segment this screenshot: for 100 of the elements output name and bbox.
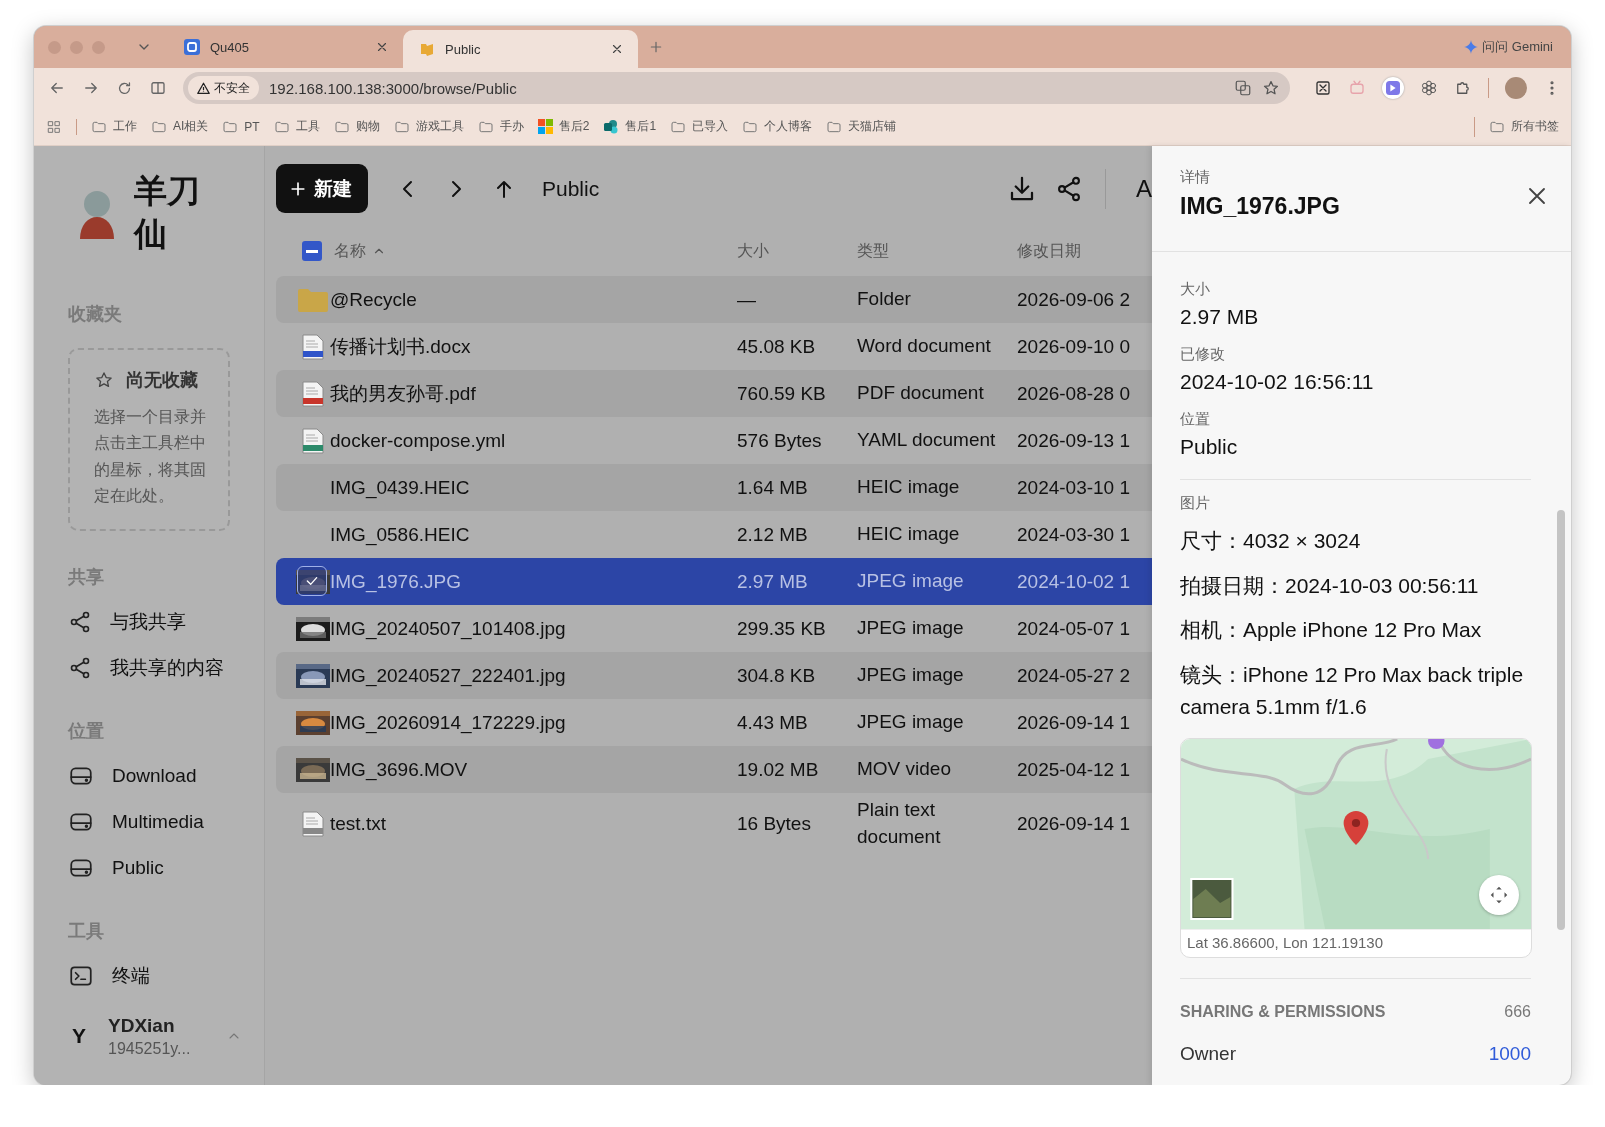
field-value: 2.97 MB <box>1180 305 1260 329</box>
address-bar[interactable]: 不安全 192.168.100.138:3000/browse/Public <box>183 72 1290 104</box>
owner-link[interactable]: 1000 <box>1488 1042 1531 1065</box>
section-heading: 共享 <box>68 566 105 590</box>
file-type: JPEG image <box>857 663 965 688</box>
file-type: JPEG image <box>857 569 965 594</box>
file-size: 760.59 KB <box>737 382 827 405</box>
flag-icon <box>419 41 435 57</box>
file-size: 576 Bytes <box>737 429 823 452</box>
translate-icon[interactable] <box>1234 79 1252 97</box>
sidebar-item[interactable]: Public <box>68 845 248 892</box>
file-type: Plain text document <box>857 798 942 849</box>
sidebar-item[interactable]: 我共享的内容 <box>68 645 248 692</box>
file-name: IMG_3696.MOV <box>330 758 468 781</box>
field-label: 已修改 <box>1180 345 1226 364</box>
column-header[interactable]: 修改日期 <box>1017 240 1081 262</box>
sparkle-icon <box>1464 40 1479 54</box>
file-row[interactable]: IMG_0586.HEIC 2.12 MB HEIC image 2024-03-30 1 <box>276 511 1152 558</box>
file-row[interactable]: test.txt 16 Bytes Plain text document 2026-09-14 1 <box>276 793 1152 855</box>
file-row[interactable]: IMG_20240507_101408.jpg 299.35 KB JPEG image 2024-05-07 1 <box>276 605 1152 652</box>
image-property: 镜头：iPhone 12 Pro Max back triple camera 5.1mm f/1.6 <box>1180 661 1525 721</box>
bookmark[interactable]: 所有书签 <box>1489 118 1559 135</box>
file-row[interactable]: 传播计划书.docx 45.08 KB Word document 2026-09-10 0 <box>276 323 1152 370</box>
image-property: 尺寸：4032 × 3024 <box>1180 528 1362 554</box>
file-row[interactable]: IMG_1976.JPG 2.97 MB JPEG image 2024-10-02 1 <box>276 558 1152 605</box>
file-size: 2.97 MB <box>737 570 809 593</box>
apps-grid-icon[interactable] <box>46 118 62 135</box>
user-email: 1945251y... <box>108 1039 192 1058</box>
folder-icon <box>298 287 328 312</box>
column-header[interactable]: 类型 <box>857 239 1017 263</box>
share-icon[interactable] <box>1055 174 1083 203</box>
star-icon[interactable] <box>1262 79 1280 97</box>
bookmark[interactable]: 售后1 <box>603 118 657 135</box>
column-header[interactable]: 名称 <box>334 240 366 262</box>
section-heading: 工具 <box>68 920 105 944</box>
toolbar-button[interactable]: A <box>1136 174 1152 203</box>
cloud-icon <box>603 118 620 135</box>
file-row[interactable]: IMG_3696.MOV 19.02 MB MOV video 2025-04-12 1 <box>276 746 1152 793</box>
file-row[interactable]: @Recycle — Folder 2026-09-06 2 <box>276 276 1152 323</box>
warning-icon <box>197 81 210 95</box>
sidebar-item[interactable]: 与我共享 <box>68 599 248 646</box>
sidebar-item[interactable]: 终端 <box>68 953 248 1000</box>
extension-icon[interactable] <box>1382 77 1404 99</box>
puzzle-icon[interactable] <box>1454 79 1472 97</box>
reload-icon[interactable] <box>116 79 133 97</box>
select-all-checkbox[interactable] <box>302 241 322 261</box>
browser-tab[interactable]: Qu405 <box>168 26 403 68</box>
bookmark[interactable]: AI相关 <box>151 118 209 135</box>
file-row[interactable]: IMG_0439.HEIC 1.64 MB HEIC image 2024-03-10 1 <box>276 464 1152 511</box>
file-name: docker-compose.yml <box>330 429 506 452</box>
bookmark[interactable]: 天猫店铺 <box>826 118 897 135</box>
file-date: 2024-10-02 1 <box>1017 570 1131 593</box>
scrollbar[interactable] <box>1557 510 1565 930</box>
file-row[interactable]: IMG_20240527_222401.jpg 304.8 KB JPEG image 2024-05-27 2 <box>276 652 1152 699</box>
browser-tab[interactable]: Public <box>403 30 638 68</box>
bookmark[interactable]: 工作 <box>91 118 137 135</box>
bookmark[interactable]: 售后2 <box>537 118 590 135</box>
bookmark[interactable]: 手办 <box>477 118 524 135</box>
file-date: 2024-03-30 1 <box>1017 523 1131 546</box>
owner-label: Owner <box>1180 1042 1236 1065</box>
profile-avatar[interactable] <box>1505 77 1527 99</box>
row-checkbox[interactable] <box>297 565 327 596</box>
document-icon <box>302 333 324 360</box>
field-label: 位置 <box>1180 410 1211 429</box>
bookmark[interactable]: PT <box>222 118 260 135</box>
user-name: YDXian <box>108 1014 176 1037</box>
breadcrumb[interactable]: Public <box>542 176 600 201</box>
bookmark[interactable]: 游戏工具 <box>393 118 464 135</box>
file-name: IMG_1976.JPG <box>330 570 461 593</box>
bookmark[interactable]: 个人博客 <box>742 118 813 135</box>
file-type: PDF document <box>857 381 985 406</box>
file-name: IMG_0439.HEIC <box>330 476 470 499</box>
star-icon <box>94 370 114 390</box>
bookmark[interactable]: 工具 <box>273 118 320 135</box>
close-icon[interactable] <box>375 40 389 54</box>
bookmark[interactable]: 购物 <box>333 118 380 135</box>
column-header[interactable]: 大小 <box>737 240 857 262</box>
close-icon[interactable] <box>610 42 624 56</box>
sidebar-item[interactable]: Multimedia <box>68 799 248 846</box>
coordinates-text: Lat 36.86600, Lon 121.19130 <box>1181 928 1531 957</box>
file-row[interactable]: IMG_20260914_172229.jpg 4.43 MB JPEG image 2026-09-14 1 <box>276 699 1152 746</box>
security-badge[interactable]: 不安全 <box>188 76 259 100</box>
file-row[interactable]: 我的男友孙哥.pdf 760.59 KB PDF document 2026-08-28 0 <box>276 370 1152 417</box>
bookmark[interactable]: 已导入 <box>670 118 729 135</box>
file-row[interactable]: docker-compose.yml 576 Bytes YAML document 2026-09-13 1 <box>276 417 1152 464</box>
new-button[interactable]: 新建 <box>276 164 368 213</box>
file-size: 304.8 KB <box>737 664 817 687</box>
flower-icon[interactable] <box>1420 79 1438 97</box>
gemini-button[interactable]: 问问 Gemini <box>1464 38 1553 56</box>
file-type: MOV video <box>857 757 952 782</box>
file-type: Word document <box>857 334 992 359</box>
permission-mode: 666 <box>1504 1002 1531 1021</box>
crop-icon[interactable] <box>1314 79 1332 97</box>
file-name: IMG_0586.HEIC <box>330 523 470 546</box>
sidebar-item[interactable]: Download <box>68 753 248 800</box>
split-view-icon[interactable] <box>149 79 167 97</box>
file-type: JPEG image <box>857 616 965 641</box>
file-name: IMG_20240507_101408.jpg <box>330 617 566 640</box>
image-property: 拍摄日期：2024-10-03 00:56:11 <box>1180 572 1480 599</box>
tiles-icon <box>537 119 553 134</box>
